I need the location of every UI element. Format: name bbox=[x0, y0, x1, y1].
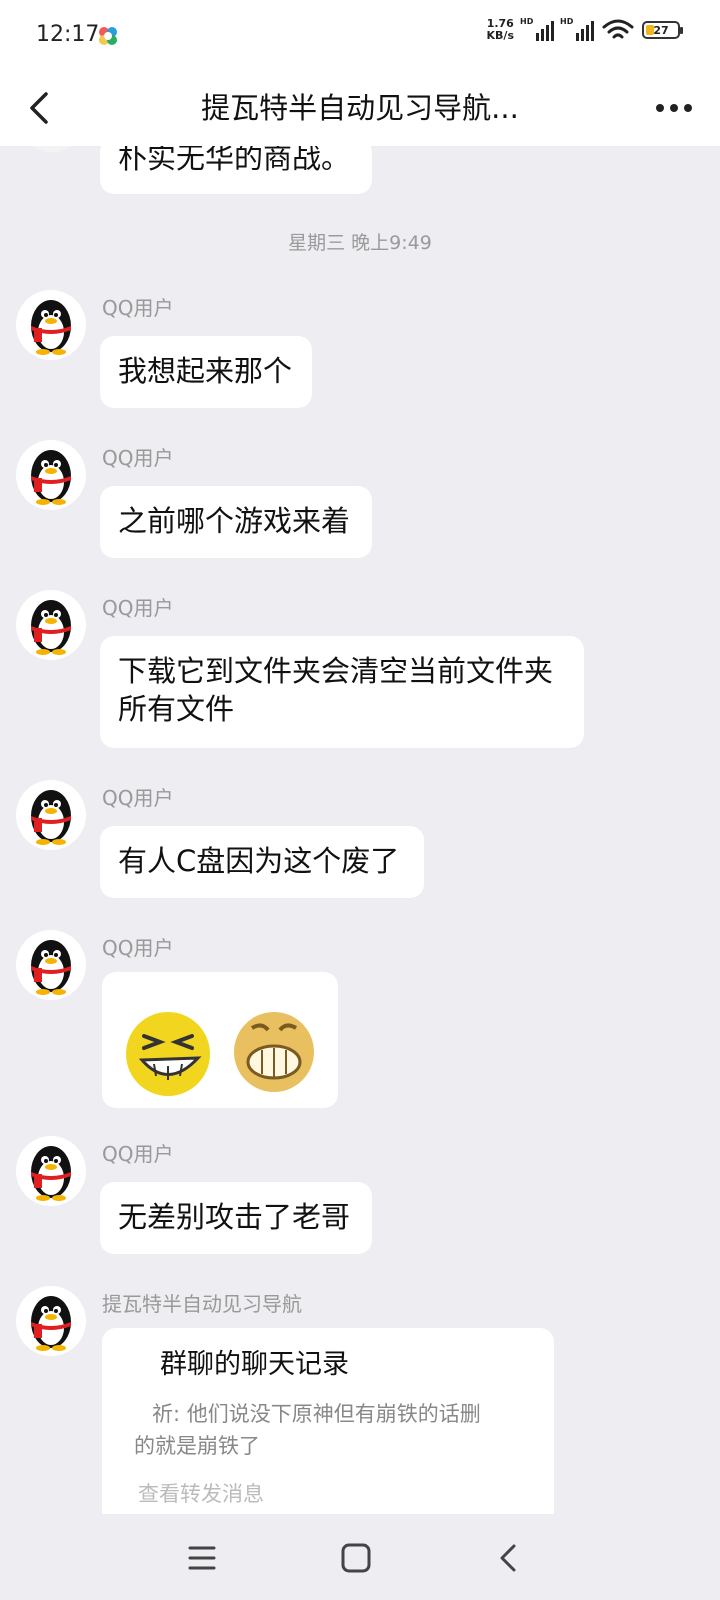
qq-penguin-avatar-icon bbox=[31, 1296, 71, 1351]
qq-penguin-avatar-icon bbox=[31, 1146, 71, 1201]
chevron-left-icon[interactable] bbox=[20, 86, 64, 130]
chat-title: 提瓦特半自动见习导航... bbox=[201, 91, 519, 125]
card-preview: 祈: 他们说没下原神但有崩铁的话删 的就是崩铁了 bbox=[134, 1398, 524, 1462]
message-bubble[interactable]: 我想起来那个 bbox=[100, 336, 312, 408]
home-square-icon[interactable] bbox=[336, 1538, 376, 1578]
more-dots-icon[interactable] bbox=[650, 88, 698, 128]
nav-back-icon[interactable] bbox=[488, 1538, 528, 1578]
status-indicators: 1.76 KB/s HD HD 27 bbox=[487, 17, 683, 42]
avatar[interactable] bbox=[16, 290, 86, 360]
avatar[interactable] bbox=[16, 1136, 86, 1206]
avatar[interactable] bbox=[16, 930, 86, 1000]
qq-penguin-avatar-icon bbox=[31, 300, 71, 355]
sender-name: QQ用户 bbox=[102, 446, 174, 470]
card-footer[interactable]: 查看转发消息 bbox=[138, 1478, 264, 1508]
wifi-icon bbox=[602, 19, 634, 39]
qq-penguin-avatar-icon bbox=[31, 940, 71, 995]
avatar[interactable] bbox=[16, 780, 86, 850]
card-preview-line: 祈: 他们说没下原神但有崩铁的话删 bbox=[152, 1402, 481, 1426]
sender-name: QQ用户 bbox=[102, 936, 174, 960]
signal-strength-icon-2: HD bbox=[560, 17, 594, 41]
status-bar: 12:17 1.76 KB/s HD HD 27 bbox=[0, 0, 720, 72]
sticker-pair bbox=[126, 1012, 314, 1096]
message-bubble[interactable]: 之前哪个游戏来着 bbox=[100, 486, 372, 558]
avatar[interactable] bbox=[16, 440, 86, 510]
hd-label: HD bbox=[520, 17, 534, 26]
sender-name: QQ用户 bbox=[102, 786, 174, 810]
hd-label-2: HD bbox=[560, 17, 574, 26]
message-bubble[interactable]: 下载它到文件夹会清空当前文件夹 所有文件 bbox=[100, 636, 584, 748]
card-title: 群聊的聊天记录 bbox=[160, 1349, 349, 1380]
time-divider: 星期三 晚上9:49 bbox=[288, 232, 432, 254]
message-bubble[interactable]: 朴实无华的商战。 bbox=[100, 146, 372, 194]
network-speed: 1.76 KB/s bbox=[487, 18, 514, 42]
app-notification-icon bbox=[99, 27, 117, 45]
qq-penguin-avatar-icon bbox=[31, 600, 71, 655]
battery-icon: 27 bbox=[642, 21, 683, 39]
message-bubble[interactable]: 有人C盘因为这个废了 bbox=[100, 826, 424, 898]
grinning-face-emoji bbox=[234, 1012, 314, 1092]
chat-message-list[interactable]: 朴实无华的商战。 星期三 晚上9:49 QQ用户 我想起来那个 QQ用户 之前哪… bbox=[0, 146, 720, 1514]
sender-name: QQ用户 bbox=[102, 296, 174, 320]
message-line: 所有文件 bbox=[118, 692, 235, 726]
status-time: 12:17 bbox=[36, 22, 100, 47]
avatar[interactable] bbox=[16, 1286, 86, 1356]
battery-percent: 27 bbox=[653, 23, 669, 37]
message-bubble[interactable]: 无差别攻击了老哥 bbox=[100, 1182, 372, 1254]
menu-icon[interactable] bbox=[184, 1538, 224, 1578]
network-speed-unit: KB/s bbox=[486, 29, 514, 42]
sticker-message[interactable] bbox=[102, 972, 338, 1108]
avatar[interactable] bbox=[20, 146, 84, 152]
qq-penguin-avatar-icon bbox=[31, 790, 71, 845]
message-line: 下载它到文件夹会清空当前文件夹 bbox=[118, 654, 554, 688]
sender-name: QQ用户 bbox=[102, 596, 174, 620]
avatar[interactable] bbox=[16, 590, 86, 660]
card-preview-line: 的就是崩铁了 bbox=[134, 1434, 260, 1458]
signal-strength-icon: HD bbox=[520, 17, 554, 41]
laughing-face-emoji bbox=[126, 1012, 210, 1096]
forwarded-chat-card[interactable]: 群聊的聊天记录 祈: 他们说没下原神但有崩铁的话删 的就是崩铁了 查看转发消息 bbox=[102, 1328, 554, 1514]
sender-name: QQ用户 bbox=[102, 1142, 174, 1166]
system-nav-bar bbox=[0, 1514, 720, 1600]
chat-header: 提瓦特半自动见习导航... bbox=[0, 72, 720, 146]
sender-name: 提瓦特半自动见习导航 bbox=[102, 1292, 302, 1316]
qq-penguin-avatar-icon bbox=[31, 450, 71, 505]
